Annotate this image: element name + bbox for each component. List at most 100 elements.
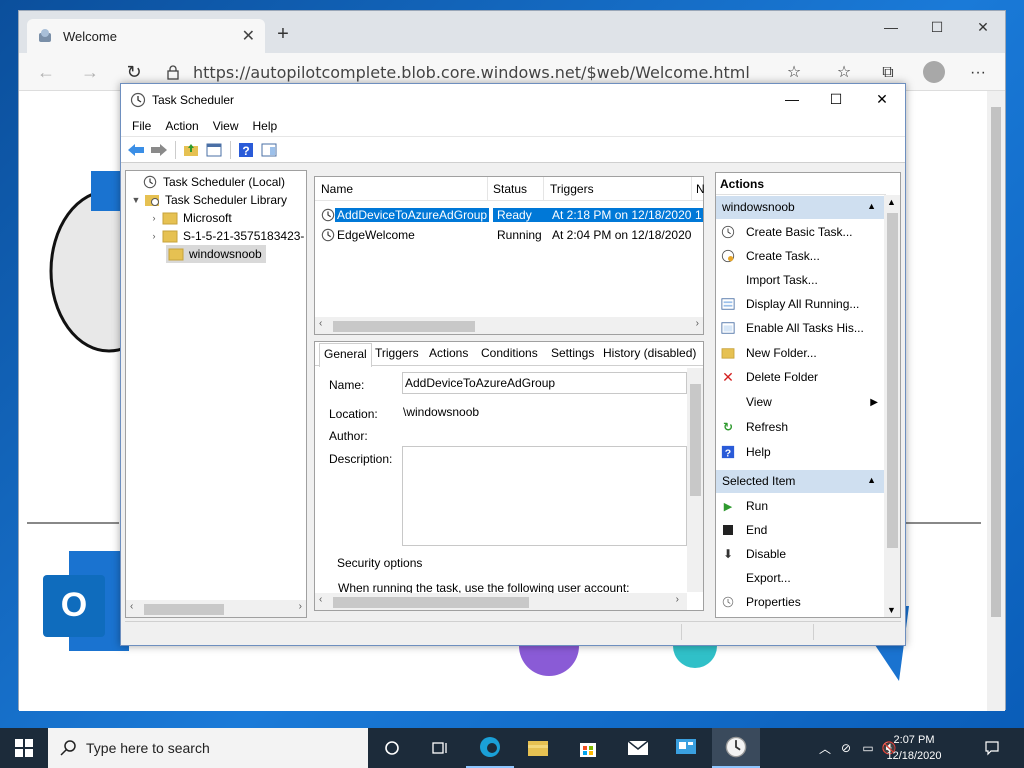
action-import-task[interactable]: Import Task... <box>720 270 818 290</box>
profile-avatar[interactable] <box>923 61 945 83</box>
menu-action[interactable]: Action <box>158 119 205 133</box>
ts-maximize-icon[interactable]: ☐ <box>813 84 859 115</box>
forward-arrow-icon[interactable] <box>148 139 170 161</box>
task-row[interactable]: AddDeviceToAzureAdGroup Ready At 2:18 PM… <box>319 205 703 225</box>
ts-close-icon[interactable]: ✕ <box>859 84 905 115</box>
actions-vscrollbar[interactable]: ▲ ▼ <box>884 195 900 617</box>
description-field[interactable] <box>402 446 687 546</box>
action-run[interactable]: ▶ Run <box>720 496 768 516</box>
task-view-icon[interactable] <box>368 728 416 768</box>
close-window-icon[interactable]: ✕ <box>971 19 995 41</box>
store-icon[interactable] <box>564 728 612 768</box>
action-properties[interactable]: Properties <box>720 592 801 612</box>
task-row[interactable]: EdgeWelcome Running At 2:04 PM on 12/18/… <box>319 225 703 245</box>
new-tab-icon[interactable]: + <box>273 23 293 46</box>
scroll-left-icon[interactable]: ‹ <box>130 601 133 612</box>
action-export[interactable]: Export... <box>720 568 791 588</box>
action-create-task[interactable]: Create Task... <box>720 246 820 266</box>
desktop-icon-edge[interactable] <box>2 58 18 118</box>
chevron-up-icon[interactable]: ︿ <box>816 740 834 757</box>
clock[interactable]: 2:07 PM 12/18/2020 <box>884 732 944 764</box>
show-action-pane-icon[interactable] <box>258 139 280 161</box>
col-status[interactable]: Status <box>493 182 527 196</box>
menu-file[interactable]: File <box>125 119 158 133</box>
taskbar-search[interactable]: Type here to search <box>48 728 368 768</box>
start-button[interactable] <box>0 728 48 768</box>
group-label: windowsnoob <box>722 200 795 214</box>
collections-icon[interactable]: ⧉ <box>877 62 899 84</box>
back-arrow-icon[interactable] <box>125 139 147 161</box>
scroll-left-icon[interactable]: ‹ <box>319 318 322 329</box>
chevron-right-icon[interactable]: › <box>148 213 160 223</box>
tree-root[interactable]: Task Scheduler (Local) <box>128 173 285 191</box>
edge-taskbar-icon[interactable] <box>466 728 514 768</box>
chevron-right-icon[interactable]: › <box>148 231 160 241</box>
control-panel-icon[interactable] <box>662 728 710 768</box>
action-help[interactable]: ? Help <box>720 442 771 462</box>
more-icon[interactable]: ··· <box>967 62 989 84</box>
forward-icon[interactable]: → <box>79 61 101 83</box>
actions-group-selected[interactable]: Selected Item ▲ <box>716 470 884 493</box>
actions-group-folder[interactable]: windowsnoob ▲ <box>716 196 884 219</box>
details-vscrollbar[interactable] <box>687 368 703 592</box>
name-field[interactable]: AddDeviceToAzureAdGroup <box>402 372 687 394</box>
back-icon[interactable]: ← <box>35 61 57 83</box>
collapse-icon[interactable]: ▲ <box>867 201 876 211</box>
action-new-folder[interactable]: New Folder... <box>720 343 817 363</box>
action-create-basic-task[interactable]: Create Basic Task... <box>720 222 853 242</box>
details-hscrollbar[interactable]: ‹ › <box>315 593 687 610</box>
minimize-icon[interactable]: — <box>879 19 903 41</box>
up-folder-icon[interactable] <box>180 139 202 161</box>
scroll-right-icon[interactable]: › <box>696 318 699 329</box>
scroll-right-icon[interactable]: › <box>676 594 679 605</box>
tree-library[interactable]: ▼ Task Scheduler Library <box>130 191 288 209</box>
collapse-icon[interactable]: ▲ <box>867 475 876 485</box>
close-tab-icon[interactable]: ✕ <box>242 26 255 46</box>
favorites-icon[interactable]: ☆ <box>833 62 855 84</box>
notifications-icon[interactable] <box>980 728 1004 768</box>
tab-actions[interactable]: Actions <box>425 346 472 360</box>
action-view[interactable]: View ▶ <box>720 392 878 412</box>
network-icon[interactable]: ⊘ <box>834 741 858 755</box>
tree-item-microsoft[interactable]: › Microsoft <box>148 209 232 227</box>
tree-item-windowsnoob[interactable]: windowsnoob <box>166 245 266 263</box>
maximize-icon[interactable]: ☐ <box>925 19 949 41</box>
action-disable[interactable]: ⬇ Disable <box>720 544 786 564</box>
action-enable-history[interactable]: Enable All Tasks His... <box>720 318 864 338</box>
tab-triggers[interactable]: Triggers <box>371 346 423 360</box>
tab-conditions[interactable]: Conditions <box>477 346 542 360</box>
timeline-icon[interactable] <box>416 728 464 768</box>
col-next[interactable]: N <box>696 182 705 196</box>
scroll-right-icon[interactable]: › <box>299 601 302 612</box>
action-delete-folder[interactable]: ✕ Delete Folder <box>720 367 818 387</box>
file-explorer-icon[interactable] <box>514 728 562 768</box>
show-hide-console-icon[interactable] <box>203 139 225 161</box>
action-refresh[interactable]: ↻ Refresh <box>720 417 788 437</box>
col-name[interactable]: Name <box>321 182 353 196</box>
scroll-left-icon[interactable]: ‹ <box>319 594 322 605</box>
action-display-running[interactable]: Display All Running... <box>720 294 859 314</box>
task-scheduler-taskbar-icon[interactable] <box>712 728 760 768</box>
page-scrollbar[interactable] <box>987 91 1005 711</box>
tab-history[interactable]: History (disabled) <box>599 346 700 360</box>
favorite-star-icon[interactable]: ☆ <box>783 62 805 84</box>
tree-item-sid[interactable]: › S-1-5-21-3575183423- <box>148 227 305 245</box>
ts-minimize-icon[interactable]: — <box>769 84 815 115</box>
help-icon[interactable]: ? <box>235 139 257 161</box>
col-triggers[interactable]: Triggers <box>550 182 594 196</box>
action-label: New Folder... <box>746 346 817 360</box>
tab-welcome[interactable]: Welcome ✕ <box>27 19 265 53</box>
menu-help[interactable]: Help <box>246 119 285 133</box>
scroll-down-icon[interactable]: ▼ <box>887 605 896 615</box>
tasks-hscrollbar[interactable]: ‹ › <box>315 317 703 334</box>
action-end[interactable]: End <box>720 520 767 540</box>
tree-hscrollbar[interactable]: ‹ › <box>126 600 306 617</box>
scroll-up-icon[interactable]: ▲ <box>887 197 896 207</box>
refresh-icon[interactable]: ↻ <box>123 61 145 83</box>
tab-general[interactable]: General <box>319 343 372 367</box>
chevron-down-icon[interactable]: ▼ <box>130 195 142 205</box>
display-icon[interactable]: ▭ <box>858 741 878 755</box>
tab-settings[interactable]: Settings <box>547 346 598 360</box>
mail-icon[interactable] <box>614 728 662 768</box>
menu-view[interactable]: View <box>206 119 246 133</box>
